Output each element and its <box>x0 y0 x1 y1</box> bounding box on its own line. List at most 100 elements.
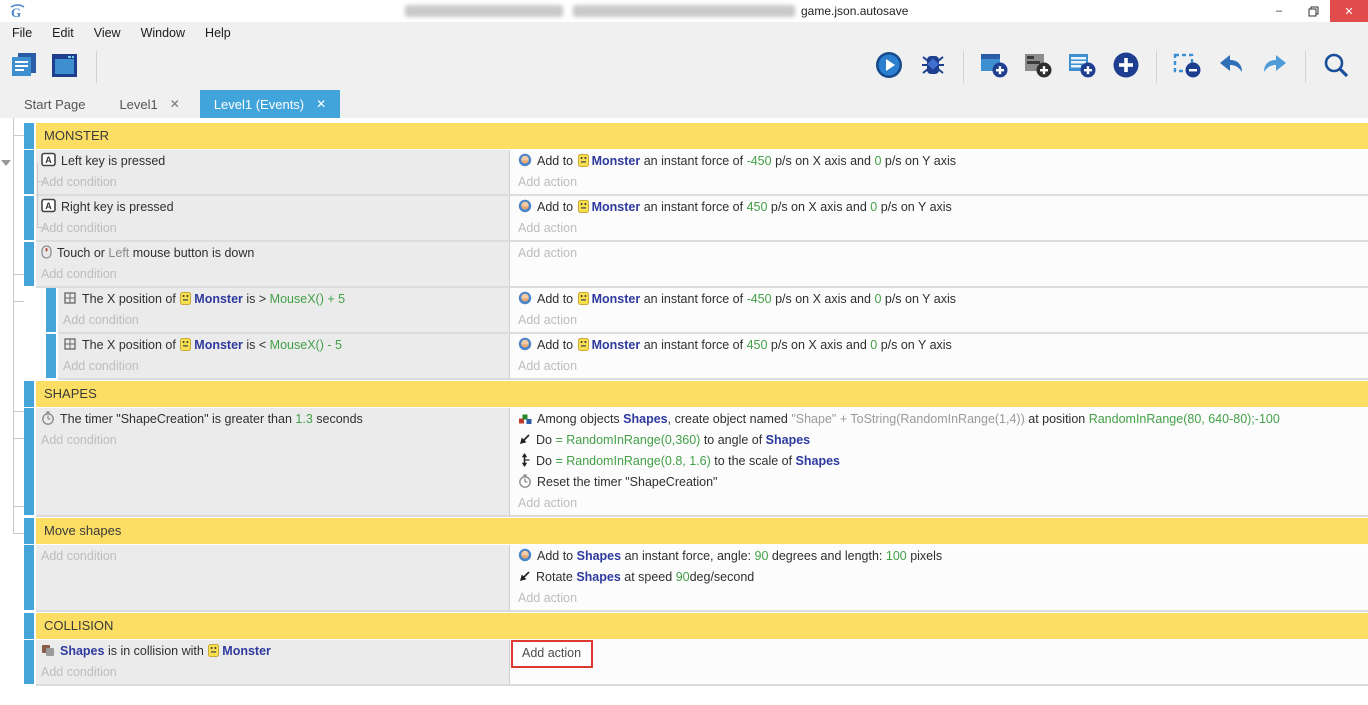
comment-row: SHAPES <box>0 381 1368 407</box>
collapse-arrow-icon[interactable] <box>1 160 11 166</box>
condition[interactable]: Shapes is in collision with Monster <box>41 641 509 662</box>
tree-tick <box>13 533 24 534</box>
action[interactable]: Add to Monster an instant force of 450 p… <box>518 197 1368 218</box>
action[interactable]: Add to Shapes an instant force, angle: 9… <box>518 546 1368 567</box>
add-action-button[interactable]: Add action <box>518 356 1368 377</box>
menu-file[interactable]: File <box>2 26 42 40</box>
add-action-button[interactable]: Add action <box>518 588 1368 609</box>
comment-row: Move shapes <box>0 518 1368 544</box>
tab-level1-events-[interactable]: Level1 (Events)✕ <box>200 90 340 118</box>
add-condition-button[interactable]: Add condition <box>41 264 509 285</box>
object-name: Monster <box>592 154 641 168</box>
add-event-icon[interactable] <box>978 51 1010 83</box>
tab-close-icon[interactable]: ✕ <box>316 97 326 111</box>
text-segment: an instant force of <box>640 154 746 168</box>
search-icon[interactable] <box>1320 51 1352 83</box>
text-segment: to angle of <box>700 433 765 447</box>
event-row: ARight key is pressedAdd condition Add to… <box>0 196 1368 242</box>
add-condition-button[interactable]: Add condition <box>41 430 509 451</box>
add-action-button[interactable]: Add action <box>518 218 1368 239</box>
add-subevent-icon[interactable] <box>1022 51 1054 83</box>
text-segment: = RandomInRange(0.8, 1.6) <box>555 454 710 468</box>
add-condition-button[interactable]: Add condition <box>41 172 509 193</box>
tab-close-icon[interactable]: ✕ <box>170 97 180 111</box>
highlighted-add-action[interactable]: Add action <box>511 640 593 668</box>
text-segment: p/s on X axis and <box>767 200 870 214</box>
conditions-cell: The timer "ShapeCreation" is greater tha… <box>36 408 510 517</box>
remove-selection-icon[interactable] <box>1171 51 1203 83</box>
tab-start-page[interactable]: Start Page <box>10 90 99 118</box>
text-segment: Right key is pressed <box>61 200 174 214</box>
add-condition-button[interactable]: Add condition <box>63 310 509 331</box>
add-condition-button[interactable]: Add condition <box>41 218 509 239</box>
event-color-bar[interactable] <box>46 334 56 378</box>
redo-icon[interactable] <box>1259 51 1291 83</box>
add-new-icon[interactable] <box>1110 51 1142 83</box>
menu-edit[interactable]: Edit <box>42 26 84 40</box>
condition[interactable]: Touch or Left mouse button is down <box>41 243 509 264</box>
event-color-bar[interactable] <box>24 381 34 407</box>
search-icon <box>1322 51 1350 84</box>
toolbar-divider <box>963 51 964 83</box>
action[interactable]: Do = RandomInRange(0.8, 1.6) to the scal… <box>518 451 1368 472</box>
close-icon[interactable]: ✕ <box>1330 0 1368 22</box>
event-color-bar[interactable] <box>24 518 34 544</box>
text-segment: p/s on Y axis <box>881 154 956 168</box>
event-color-bar[interactable] <box>24 408 34 515</box>
condition[interactable]: The timer "ShapeCreation" is greater tha… <box>41 409 509 430</box>
minimize-icon[interactable]: – <box>1262 0 1296 22</box>
event-color-bar[interactable] <box>24 150 34 194</box>
add-condition-button[interactable]: Add condition <box>41 662 509 683</box>
text-segment: Add to <box>537 338 577 352</box>
scene-editor-icon[interactable] <box>48 51 80 83</box>
event-color-bar[interactable] <box>24 196 34 240</box>
conditions-cell: Shapes is in collision with MonsterAdd c… <box>36 640 510 686</box>
action[interactable]: Rotate Shapes at speed 90deg/second <box>518 567 1368 588</box>
condition[interactable]: ARight key is pressed <box>41 197 509 218</box>
action[interactable]: Among objects Shapes, create object name… <box>518 409 1368 430</box>
text-segment: Left key is pressed <box>61 154 165 168</box>
condition[interactable]: The X position of Monster is > MouseX() … <box>63 289 509 310</box>
undo-icon[interactable] <box>1215 51 1247 83</box>
menu-view[interactable]: View <box>84 26 131 40</box>
action[interactable]: Do = RandomInRange(0,360) to angle of Sh… <box>518 430 1368 451</box>
toolbar <box>0 44 1368 90</box>
add-action-button[interactable]: Add action <box>518 172 1368 193</box>
comment-label[interactable]: Move shapes <box>36 518 1368 544</box>
add-action-button[interactable]: Add action <box>518 493 1368 514</box>
event-color-bar[interactable] <box>46 288 56 332</box>
text-segment: 450 <box>747 338 768 352</box>
tab-level1[interactable]: Level1✕ <box>105 90 193 118</box>
menu-window[interactable]: Window <box>131 26 195 40</box>
comment-label[interactable]: SHAPES <box>36 381 1368 407</box>
play-icon[interactable] <box>873 51 905 83</box>
action[interactable]: Add to Monster an instant force of -450 … <box>518 289 1368 310</box>
comment-label[interactable]: MONSTER <box>36 123 1368 149</box>
event-color-bar[interactable] <box>24 640 34 684</box>
add-action-button[interactable]: Add action <box>518 310 1368 331</box>
restore-icon[interactable] <box>1296 0 1330 22</box>
condition[interactable]: ALeft key is pressed <box>41 151 509 172</box>
condition[interactable]: The X position of Monster is < MouseX() … <box>63 335 509 356</box>
event-color-bar[interactable] <box>24 242 34 286</box>
event-color-bar[interactable] <box>24 545 34 610</box>
object-name: Shapes <box>766 433 810 447</box>
event-color-bar[interactable] <box>24 123 34 149</box>
action[interactable]: Add to Monster an instant force of -450 … <box>518 151 1368 172</box>
action[interactable]: Add to Monster an instant force of 450 p… <box>518 335 1368 356</box>
text-segment: MouseX() - 5 <box>270 338 342 352</box>
add-condition-button[interactable]: Add condition <box>63 356 509 377</box>
project-manager-icon[interactable] <box>8 51 40 83</box>
force-icon <box>518 337 532 356</box>
add-condition-button[interactable]: Add condition <box>41 546 509 567</box>
menu-help[interactable]: Help <box>195 26 241 40</box>
event-color-bar[interactable] <box>24 613 34 639</box>
add-action-button[interactable]: Add action <box>518 641 1368 662</box>
actions-cell: Add action <box>510 640 1368 686</box>
action[interactable]: Reset the timer "ShapeCreation" <box>518 472 1368 493</box>
debug-icon[interactable] <box>917 51 949 83</box>
comment-label[interactable]: COLLISION <box>36 613 1368 639</box>
add-comment-icon[interactable] <box>1066 51 1098 83</box>
add-action-button[interactable]: Add action <box>518 243 1368 264</box>
timer-icon <box>518 474 532 493</box>
